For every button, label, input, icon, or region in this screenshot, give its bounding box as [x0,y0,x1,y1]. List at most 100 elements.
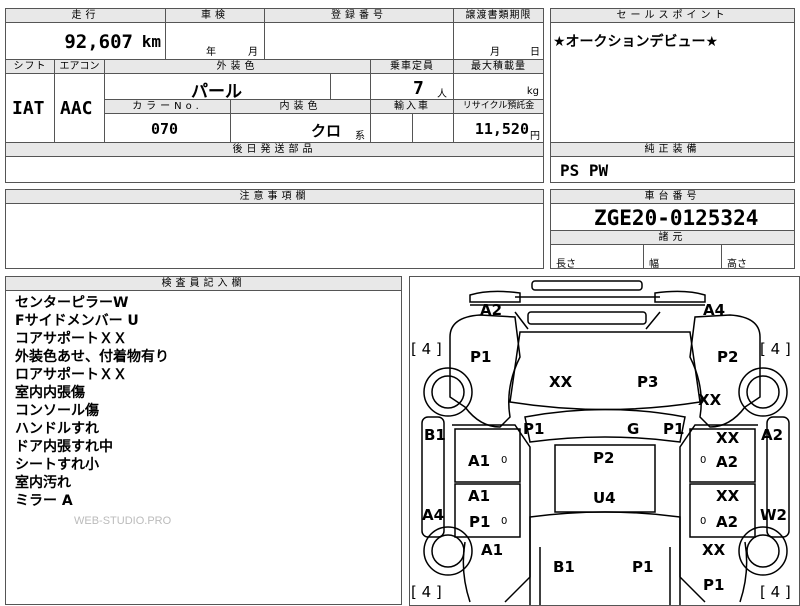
mark-small-2: 0 [700,455,707,466]
damage-label-u4-roof: U4 [593,489,616,507]
tire-front-left [423,367,473,417]
color-no-value: 070 [151,120,179,138]
damage-label-p1-right-quarter: P1 [703,576,725,594]
shaken-header: 車検 [165,8,265,23]
aircon-header: エアコン [54,59,105,74]
damage-label-w2-right-edge: W2 [760,506,787,524]
inspector-note: コンソール傷 [15,403,99,419]
damage-label-a4-front-right: A4 [703,301,726,319]
car-outline-svg [421,280,790,605]
tire-front-right [738,367,788,417]
damage-label-a2-right-edge: A2 [761,426,784,444]
damage-label-a2-right-door-rear: A2 [716,513,739,531]
interior-color-suffix: 系 [355,131,365,142]
inspector-note: ロアサポートＸＸ [15,367,127,383]
sales-point-cell: ★オークションデビュー★ [550,22,795,143]
transfer-header: 譲渡書類期限 [453,8,544,23]
inspector-note: ミラー A [15,493,73,509]
capacity-unit: 人 [437,89,447,100]
genuine-equipment-value: PS PW [560,161,609,180]
transfer-day: 日 [530,47,540,58]
mark-small-3: 0 [501,516,508,527]
width-label: 幅 [649,259,659,269]
chassis-cell: ZGE20-0125324 [550,203,795,231]
mileage-unit: km [141,32,161,51]
car-damage-diagram: A2 A4 [ 4 ] [ 4 ] P1 P2 XX P3 XX B1 P1 G… [409,276,800,606]
dimensions-header: 諸元 [550,230,795,245]
exterior-color-value: パール [191,82,242,100]
genuine-equipment-header: 純正装備 [550,142,795,157]
damage-label-p1-left-door-rear: P1 [469,513,491,531]
capacity-cell: 7 人 [370,73,454,100]
damage-label-a2-front-left: A2 [480,301,503,319]
damage-label-a2-right-door-front: A2 [716,453,739,471]
length-cell: 長さ [550,244,644,269]
inspector-note: ハンドルすれ [15,421,99,437]
inspector-note: Fサイドメンバー U [15,313,139,329]
tire-depth-rr: [ 4 ] [760,583,791,601]
recycle-unit: 円 [530,131,540,142]
interior-color-header: 内装色 [230,99,371,114]
chassis-value: ZGE20-0125324 [594,206,759,230]
shaken-cell: 年 月 [165,22,265,60]
color-no-cell: 070 [104,113,231,143]
damage-label-a1-left-door-front: A1 [468,452,491,470]
shaken-month: 月 [248,47,258,58]
front-bumper-right [654,290,706,303]
interior-color-cell: クロ 系 [230,113,371,143]
sales-point-header: セールスポイント [550,8,795,23]
exterior-color-header: 外装色 [104,59,371,74]
later-parts-header: 後日発送部品 [5,142,544,157]
damage-label-a4-left-edge: A4 [422,506,445,524]
front-right-fender [689,314,761,428]
damage-label-p3-hood: P3 [637,373,659,391]
caution-header: 注意事項欄 [5,189,544,204]
length-label: 長さ [556,259,576,269]
inspector-note: 外装色あせ、付着物有り [15,349,169,365]
recycle-header: リサイクル預託金 [453,99,544,114]
genuine-equipment-cell: PS PW [550,156,795,183]
inspector-notes-cell: センターピラーW Fサイドメンバー U コアサポートＸＸ 外装色あせ、付着物有り… [5,290,402,605]
exterior-color-blank [330,73,371,100]
height-label: 高さ [727,259,747,269]
transfer-cell: 月 日 [453,22,544,60]
tire-depth-fl: [ 4 ] [411,340,442,358]
color-no-header: カラーNo. [104,99,231,114]
max-load-header: 最大積載量 [453,59,544,74]
damage-label-b1-rear: B1 [553,558,575,576]
damage-label-b1-left: B1 [424,426,446,444]
inspector-note: センターピラーW [15,295,129,311]
recycle-cell: 11,520 円 [453,113,544,143]
height-cell: 高さ [721,244,795,269]
damage-label-a1-left-door-rear: A1 [468,487,491,505]
damage-label-p2-fender-right: P2 [717,348,739,366]
hood [509,331,701,411]
max-load-cell: kg [453,73,544,100]
shift-value: IAT [12,98,45,119]
chassis-header: 車台番号 [550,189,795,204]
inspector-note: シートすれ小 [15,457,99,473]
mileage-cell: 92,607 km [5,22,166,60]
tire-depth-rl: [ 4 ] [411,583,442,601]
import-header: 輸入車 [370,99,454,114]
import-cell-b [412,113,454,143]
damage-label-g-windshield: G [627,420,640,438]
caution-cell [5,203,544,269]
registration-header: 登録番号 [264,8,454,23]
capacity-value: 7 [413,78,424,99]
damage-label-a1-left-quarter: A1 [481,541,504,559]
shaken-year: 年 [206,47,216,58]
windshield [524,408,686,443]
tires [423,367,788,576]
recycle-value: 11,520 [474,120,529,138]
damage-label-xx-hood: XX [549,373,573,391]
inspector-note: コアサポートＸＸ [15,331,127,347]
transfer-month: 月 [490,47,500,58]
interior-color-value: クロ [311,122,342,140]
aircon-cell: AAC [54,73,105,143]
inspector-note: ドア内張すれ中 [15,439,113,455]
tire-rear-left [423,526,473,576]
damage-label-xx-fender-right: XX [698,391,722,409]
width-cell: 幅 [643,244,722,269]
capacity-header: 乗車定員 [370,59,454,74]
